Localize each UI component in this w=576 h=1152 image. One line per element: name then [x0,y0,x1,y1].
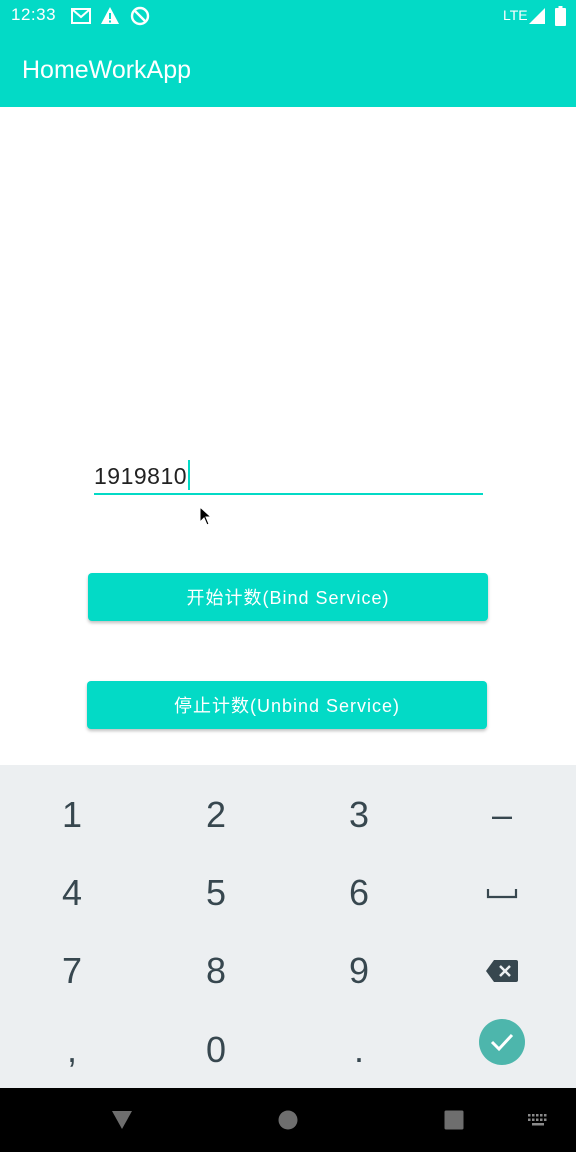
number-input[interactable]: 1919810 [94,455,483,495]
key-dot[interactable]: . [287,1010,431,1089]
back-icon [112,1111,132,1129]
home-button[interactable] [263,1088,313,1152]
start-count-label: 开始计数(Bind Service) [186,588,390,608]
key-4[interactable]: 4 [0,853,144,932]
no-sync-icon [130,6,150,26]
warning-icon [101,7,119,24]
text-caret [188,460,191,490]
key-backspace[interactable] [430,931,574,1010]
app-bar: HomeWorkApp [0,32,576,107]
recents-icon [444,1110,464,1130]
key-minus[interactable]: – [430,775,574,854]
number-input-value-wrapper: 1919810 [94,460,191,490]
key-6[interactable]: 6 [287,853,431,932]
stop-count-button[interactable]: 停止计数(Unbind Service) [87,681,487,729]
numeric-keyboard: 1 2 3 – 4 5 6 7 8 9 , 0 . [0,765,576,1088]
signal-icon [529,8,545,24]
keyboard-switch-icon [528,1114,547,1126]
key-9[interactable]: 9 [287,931,431,1010]
recents-button[interactable] [429,1088,479,1152]
home-icon [278,1110,298,1130]
mouse-pointer-icon [199,506,213,526]
key-comma[interactable]: , [0,1010,144,1089]
stop-count-label: 停止计数(Unbind Service) [173,696,401,716]
backspace-icon [486,959,518,982]
gmail-icon [71,8,91,24]
back-button[interactable] [97,1088,147,1152]
done-check-icon [490,1033,514,1051]
key-space[interactable] [430,853,574,932]
start-count-button[interactable]: 开始计数(Bind Service) [88,573,488,621]
key-7[interactable]: 7 [0,931,144,1010]
key-2[interactable]: 2 [144,775,288,854]
status-time: 12:33 [11,5,57,24]
space-icon [486,888,518,898]
status-bar: 12:33 LTE [0,0,576,32]
key-5[interactable]: 5 [144,853,288,932]
app-title: HomeWorkApp [22,56,192,84]
key-3[interactable]: 3 [287,775,431,854]
key-0[interactable]: 0 [144,1010,288,1089]
number-input-value: 1919810 [94,463,188,489]
navigation-bar [0,1088,576,1152]
battery-icon [555,6,566,26]
key-1[interactable]: 1 [0,775,144,854]
key-8[interactable]: 8 [144,931,288,1010]
keyboard-switch-button[interactable] [520,1088,556,1152]
done-button[interactable] [479,1018,525,1065]
key-done[interactable] [430,1002,574,1081]
network-type: LTE [503,7,528,23]
